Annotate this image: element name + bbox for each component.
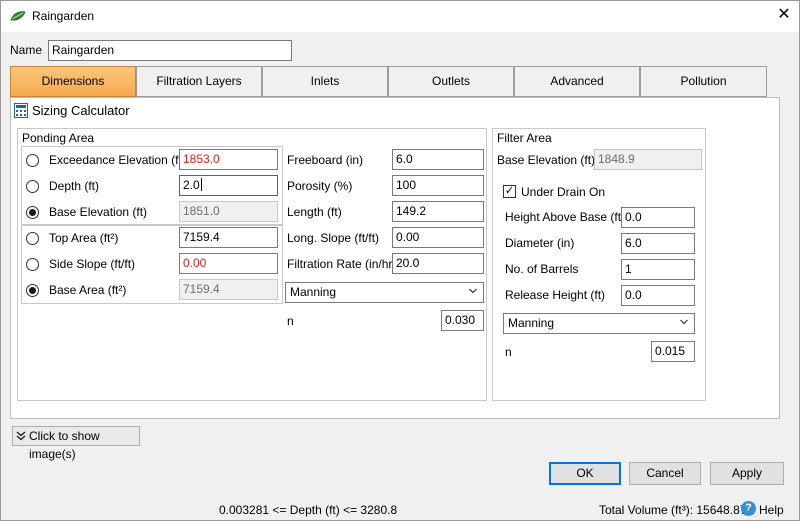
tab-pollution[interactable]: Pollution	[640, 66, 767, 97]
exceedance-elevation-radio[interactable]	[26, 154, 39, 167]
depth-radio[interactable]	[26, 180, 39, 193]
ponding-n-input[interactable]: 0.030	[441, 310, 484, 331]
length-label: Length (ft)	[287, 205, 342, 219]
height-above-base-input[interactable]: 0.0	[621, 207, 695, 228]
sizing-calculator-link[interactable]: Sizing Calculator	[32, 103, 130, 118]
apply-button[interactable]: Apply	[710, 462, 784, 485]
window-title: Raingarden	[32, 9, 95, 23]
height-above-base-label: Height Above Base (ft)	[505, 210, 626, 224]
top-area-radio[interactable]	[26, 232, 39, 245]
depth-range-hint: 0.003281 <= Depth (ft) <= 3280.8	[219, 503, 398, 517]
filtration-rate-label: Filtration Rate (in/hr)	[287, 257, 397, 271]
name-label: Name	[10, 43, 43, 57]
filtration-rate-input[interactable]: 20.0	[392, 253, 484, 274]
filter-method-value: Manning	[508, 316, 555, 330]
ponding-area-title: Ponding Area	[22, 131, 95, 145]
depth-label: Depth (ft)	[49, 179, 100, 193]
calculator-icon[interactable]	[14, 103, 28, 118]
depth-input[interactable]: 2.0	[179, 175, 278, 196]
base-area-radio[interactable]	[26, 284, 39, 297]
base-area-input: 7159.4	[179, 279, 278, 300]
filter-n-label: n	[505, 345, 512, 359]
ponding-n-label: n	[287, 314, 294, 328]
under-drain-label: Under Drain On	[521, 185, 606, 199]
help-label[interactable]: Help	[759, 503, 784, 517]
title-bar	[0, 0, 800, 32]
ok-button[interactable]: OK	[549, 462, 621, 485]
diameter-label: Diameter (in)	[505, 236, 575, 250]
chevron-down-icon	[680, 319, 688, 325]
total-volume: Total Volume (ft³): 15648.878	[599, 503, 754, 517]
freeboard-input[interactable]: 6.0	[392, 149, 484, 170]
base-elevation-radio[interactable]	[26, 206, 39, 219]
under-drain-checkbox[interactable]: ✓	[503, 185, 516, 198]
base-elevation-label: Base Elevation (ft)	[49, 205, 148, 219]
diameter-input[interactable]: 6.0	[621, 233, 695, 254]
close-icon[interactable]: ✕	[774, 5, 794, 25]
long-slope-label: Long. Slope (ft/ft)	[287, 231, 380, 245]
base-elevation-input: 1851.0	[179, 201, 278, 222]
long-slope-input[interactable]: 0.00	[392, 227, 484, 248]
length-input[interactable]: 149.2	[392, 201, 484, 222]
release-height-input[interactable]: 0.0	[621, 285, 695, 306]
base-area-label: Base Area (ft²)	[49, 283, 127, 297]
barrels-label: No. of Barrels	[505, 262, 579, 276]
tab-advanced[interactable]: Advanced	[514, 66, 640, 97]
help-icon[interactable]: ?	[741, 501, 756, 516]
ponding-method-value: Manning	[290, 285, 337, 299]
raingarden-leaf-icon	[10, 11, 26, 21]
chevron-down-icon	[469, 288, 477, 294]
porosity-input[interactable]: 100	[392, 175, 484, 196]
double-chevron-down-icon	[16, 431, 26, 441]
top-area-input[interactable]: 7159.4	[179, 227, 278, 248]
side-slope-label: Side Slope (ft/ft)	[49, 257, 136, 271]
barrels-input[interactable]: 1	[621, 259, 695, 280]
filter-area-title: Filter Area	[497, 131, 552, 145]
freeboard-label: Freeboard (in)	[287, 153, 364, 167]
top-area-label: Top Area (ft²)	[49, 231, 119, 245]
tab-outlets[interactable]: Outlets	[388, 66, 514, 97]
release-height-label: Release Height (ft)	[505, 288, 606, 302]
filter-method-select[interactable]: Manning	[503, 313, 695, 334]
tab-filtration-layers[interactable]: Filtration Layers	[136, 66, 262, 97]
tab-strip: Dimensions Filtration Layers Inlets Outl…	[10, 66, 767, 97]
tab-inlets[interactable]: Inlets	[262, 66, 388, 97]
exceedance-elevation-input[interactable]: 1853.0	[179, 149, 278, 170]
tab-dimensions[interactable]: Dimensions	[10, 66, 136, 97]
filter-n-input[interactable]: 0.015	[651, 341, 695, 362]
show-images-label: Click to show image(s)	[29, 429, 100, 461]
filter-base-elevation-label: Base Elevation (ft)	[497, 153, 596, 167]
text-caret	[200, 178, 202, 191]
side-slope-input[interactable]: 0.00	[179, 253, 278, 274]
show-images-button[interactable]: Click to show image(s)	[12, 426, 140, 461]
depth-value: 2.0	[183, 178, 200, 192]
name-input[interactable]: Raingarden	[48, 40, 292, 61]
side-slope-radio[interactable]	[26, 258, 39, 271]
filter-base-elevation-input: 1848.9	[594, 149, 702, 170]
exceedance-elevation-label: Exceedance Elevation (ft)	[49, 153, 186, 167]
ponding-method-select[interactable]: Manning	[285, 282, 484, 303]
porosity-label: Porosity (%)	[287, 179, 353, 193]
cancel-button[interactable]: Cancel	[629, 462, 701, 485]
